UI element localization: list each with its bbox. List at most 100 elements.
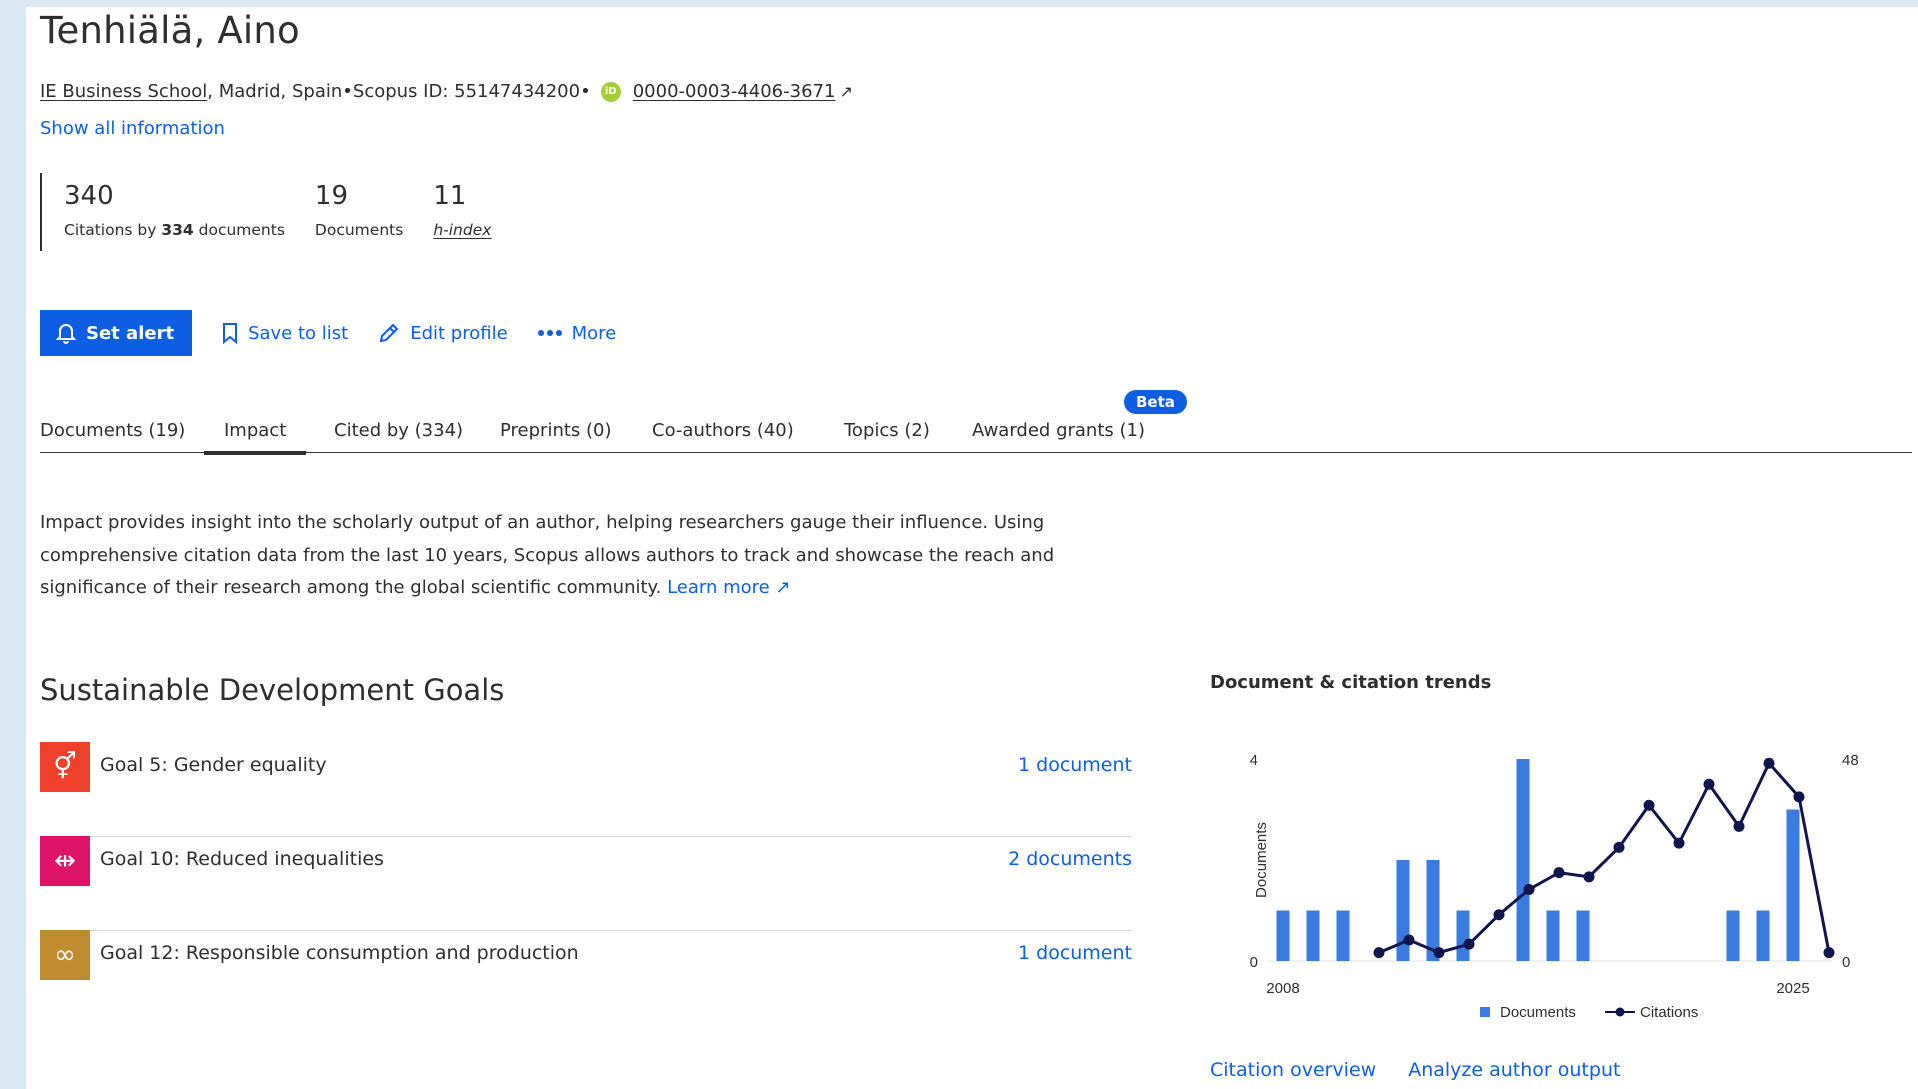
- sdg-goal-count-link[interactable]: 1 document: [1018, 942, 1132, 964]
- external-link-icon: ↗: [839, 82, 853, 101]
- bar-documents: [1306, 910, 1320, 961]
- point-citations: [1583, 871, 1595, 883]
- point-citations: [1613, 841, 1625, 853]
- metric-citations: 340 Citations by 334 documents: [64, 173, 285, 251]
- more-label: More: [571, 322, 617, 344]
- tab-co-authors[interactable]: Co-authors (40): [652, 420, 794, 441]
- bar-documents: [1726, 910, 1740, 961]
- bell-icon: [56, 324, 76, 344]
- edit-profile-button[interactable]: Edit profile: [378, 322, 508, 344]
- show-all-information-link[interactable]: Show all information: [40, 118, 225, 139]
- point-citations: [1493, 909, 1505, 921]
- point-citations: [1673, 837, 1685, 849]
- pencil-icon: [379, 323, 399, 343]
- bar-documents: [1546, 910, 1560, 961]
- learn-more-link[interactable]: Learn more ↗: [667, 577, 790, 598]
- bookmark-icon: [223, 323, 238, 344]
- sdg-goal-name: Goal 5: Gender equality: [100, 754, 327, 776]
- impact-description: Impact provides insight into the scholar…: [40, 507, 1100, 605]
- metric-documents: 19 Documents: [315, 173, 403, 251]
- point-citations: [1553, 867, 1565, 879]
- more-button[interactable]: More: [537, 322, 617, 344]
- metric-value: 11: [433, 181, 467, 211]
- set-alert-label: Set alert: [86, 322, 175, 344]
- metric-label: Documents: [314, 221, 404, 239]
- metric-value: 340: [64, 181, 114, 211]
- location-text: , Madrid, Spain: [207, 81, 343, 102]
- tab-impact[interactable]: Impact: [203, 420, 307, 455]
- analyze-author-output-link[interactable]: Analyze author output: [1408, 1059, 1620, 1081]
- orcid-link[interactable]: 0000-0003-4406-3671: [633, 81, 836, 102]
- bar-documents: [1276, 910, 1290, 961]
- sdg-goal-row: ⇹ Goal 10: Reduced inequalities 2 docume…: [40, 836, 1132, 931]
- tab-documents[interactable]: Documents (19): [40, 420, 185, 441]
- document-citation-trends-chart: 4 0 48 0 2008 2025 Documents Citations Documents…: [1250, 752, 1859, 1021]
- legend-citations-label: Citations: [1640, 1004, 1698, 1021]
- external-link-icon: ↗: [775, 577, 791, 598]
- affiliation-link[interactable]: IE Business School: [40, 81, 207, 102]
- scopus-id: Scopus ID: 55147434200: [352, 81, 581, 102]
- tab-awarded-grants[interactable]: Awarded grants (1): [972, 420, 1145, 441]
- chart-title: Document & citation trends: [1210, 672, 1492, 693]
- sdg-goal-count-link[interactable]: 2 documents: [1008, 848, 1132, 870]
- tab-preprints[interactable]: Preprints (0): [500, 420, 612, 441]
- point-citations: [1403, 934, 1415, 946]
- separator: •: [342, 81, 353, 102]
- legend-citations-marker: [1615, 1007, 1625, 1017]
- bar-documents: [1516, 759, 1530, 961]
- orcid-icon: iD: [600, 81, 621, 102]
- h-index-link[interactable]: h-index: [433, 221, 491, 239]
- y-tick-label: 0: [1250, 954, 1258, 971]
- more-dots-icon: [537, 330, 562, 336]
- action-bar: Set alert Save to list Edit profile More: [40, 310, 616, 356]
- bar-documents: [1786, 809, 1800, 961]
- metric-label: Citations by 334 documents: [64, 221, 285, 239]
- sdg-title: Sustainable Development Goals: [40, 673, 505, 707]
- author-meta: IE Business School , Madrid, Spain • Sco…: [40, 81, 853, 102]
- reduced-inequalities-icon: ⇹: [40, 836, 90, 886]
- point-citations: [1793, 791, 1805, 803]
- metric-label-bold: 334: [161, 221, 194, 239]
- sdg-goal-row: ∞ Goal 12: Responsible consumption and p…: [40, 930, 1132, 1024]
- sdg-goal-name: Goal 12: Responsible consumption and pro…: [100, 942, 579, 964]
- sdg-goal-count-link[interactable]: 1 document: [1018, 754, 1132, 776]
- y2-tick-label: 48: [1842, 752, 1859, 769]
- bar-documents: [1456, 910, 1470, 961]
- learn-more-label: Learn more: [667, 577, 770, 598]
- legend-documents-label: Documents: [1500, 1004, 1576, 1021]
- citation-overview-link[interactable]: Citation overview: [1210, 1059, 1376, 1081]
- chart-links: Citation overview Analyze author output: [1210, 1059, 1620, 1081]
- edit-profile-label: Edit profile: [410, 322, 508, 344]
- metric-value: 19: [314, 181, 349, 211]
- metric-label-post: documents: [193, 221, 285, 239]
- x-tick-label: 2008: [1266, 980, 1299, 997]
- point-citations: [1433, 947, 1445, 959]
- metric-label-pre: Citations by: [64, 221, 162, 239]
- author-name: Tenhiälä, Aino: [40, 9, 300, 52]
- legend-documents-swatch: [1480, 1007, 1490, 1017]
- tab-bar: Documents (19) Impact Cited by (334) Pre…: [40, 390, 1912, 455]
- point-citations: [1733, 820, 1745, 832]
- sdg-goal-row: ⚥ Goal 5: Gender equality 1 document: [40, 742, 1132, 837]
- x-tick-label: 2025: [1776, 980, 1809, 997]
- point-citations: [1823, 947, 1835, 959]
- bar-documents: [1756, 910, 1770, 961]
- save-to-list-label: Save to list: [248, 322, 349, 344]
- author-profile-page: Tenhiälä, Aino IE Business School , Madr…: [26, 7, 1918, 1089]
- responsible-consumption-icon: ∞: [40, 930, 90, 980]
- y-tick-label: 4: [1250, 752, 1258, 769]
- bar-documents: [1426, 860, 1440, 961]
- beta-badge: Beta: [1124, 390, 1187, 414]
- set-alert-button[interactable]: Set alert: [40, 310, 193, 356]
- tab-cited-by[interactable]: Cited by (334): [334, 420, 463, 441]
- save-to-list-button[interactable]: Save to list: [222, 322, 348, 344]
- tab-topics[interactable]: Topics (2): [844, 420, 930, 441]
- y2-tick-label: 0: [1842, 954, 1850, 971]
- metrics-panel: 340 Citations by 334 documents 19 Docume…: [40, 173, 491, 251]
- y-axis-label: Documents: [1253, 822, 1270, 898]
- gender-equality-icon: ⚥: [40, 742, 90, 792]
- bar-documents: [1336, 910, 1350, 961]
- point-citations: [1643, 799, 1655, 811]
- separator: •: [580, 81, 591, 102]
- point-citations: [1373, 947, 1385, 959]
